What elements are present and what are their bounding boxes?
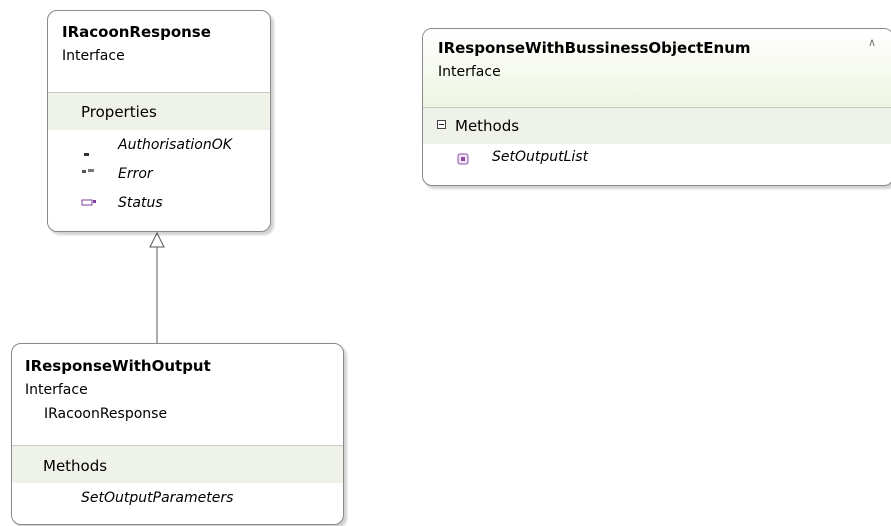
class-shape-iracoonresponse[interactable]: IRacoonResponse Interface Properties Aut… xyxy=(47,10,271,232)
class-shape-iresponsewithoutput[interactable]: IResponseWithOutput Interface IRacoonRes… xyxy=(11,343,344,525)
shape-title: IResponseWithBussinessObjectEnum xyxy=(438,39,751,57)
section-label: Methods xyxy=(455,117,520,135)
collapse-icon[interactable] xyxy=(437,120,446,129)
section-label: Methods xyxy=(43,457,108,475)
property-icon xyxy=(82,169,94,173)
class-shape-iresponsewithbussinessobjectenum[interactable]: IResponseWithBussinessObjectEnum Interfa… xyxy=(422,28,891,186)
shape-kind: Interface xyxy=(62,48,125,64)
shape-kind: Interface xyxy=(438,64,501,80)
shape-kind: Interface xyxy=(25,382,88,398)
double-chevron-icon[interactable]: ∧ xyxy=(868,36,876,49)
shape-title: IRacoonResponse xyxy=(62,23,211,41)
member-item[interactable]: SetOutputList xyxy=(492,149,588,165)
member-item[interactable]: Status xyxy=(118,195,163,211)
property-icon xyxy=(81,199,96,206)
section-label: Properties xyxy=(81,103,157,121)
member-item[interactable]: Error xyxy=(118,166,153,182)
member-item[interactable]: AuthorisationOK xyxy=(118,137,232,153)
method-icon xyxy=(457,153,469,165)
inheritance-arrowhead xyxy=(149,231,165,248)
shape-title: IResponseWithOutput xyxy=(25,357,211,375)
property-icon xyxy=(84,153,89,156)
base-interface-label: IRacoonResponse xyxy=(44,406,168,422)
member-item[interactable]: SetOutputParameters xyxy=(81,490,233,506)
